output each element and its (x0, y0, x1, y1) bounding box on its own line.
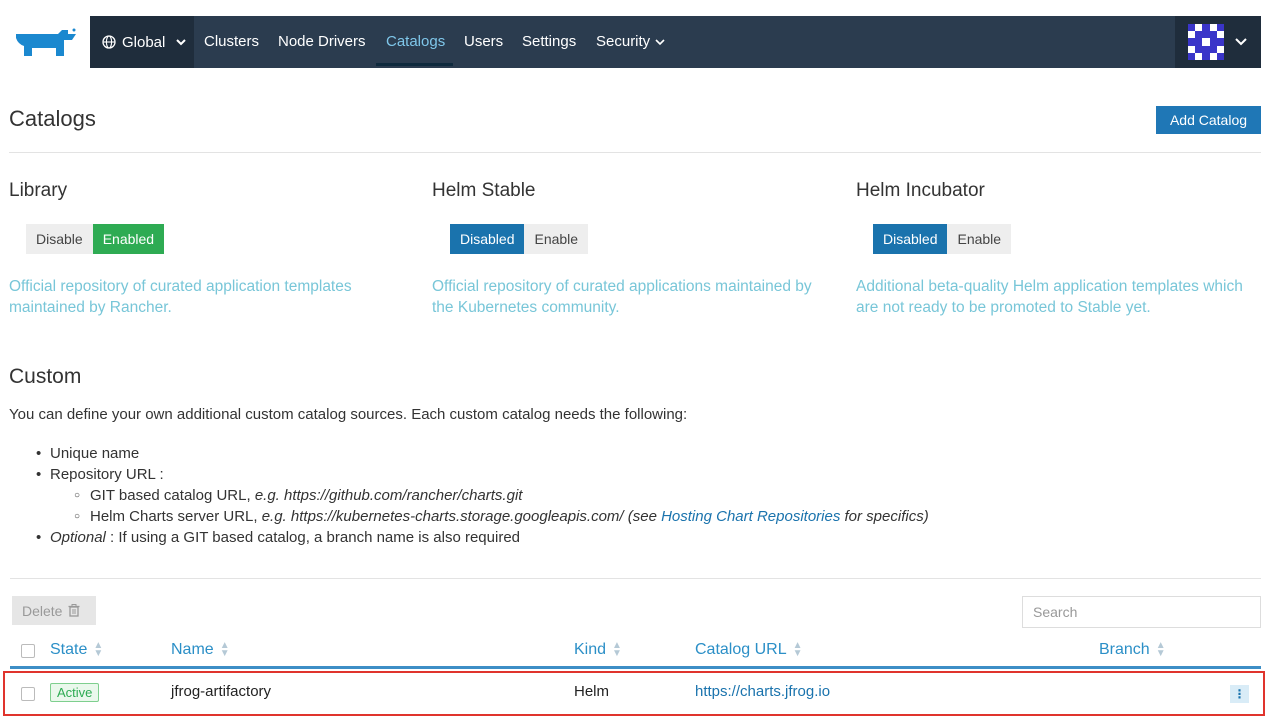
catalog-description: Additional beta-quality Helm application… (856, 278, 1243, 316)
delete-button[interactable]: Delete (12, 596, 96, 625)
column-label: State (50, 641, 88, 658)
nav-node-drivers[interactable]: Node Drivers (278, 16, 366, 68)
custom-requirements-list: Unique name Repository URL : GIT based c… (36, 443, 929, 548)
column-label: Name (171, 641, 214, 658)
sort-icon: ▲ ▼ (93, 640, 104, 659)
catalog-name: Library (9, 180, 68, 201)
helm-incubator-enable-button[interactable]: Enable (947, 224, 1012, 254)
row-actions-kebab-icon[interactable]: ⋮ (1230, 685, 1249, 703)
user-menu[interactable] (1175, 16, 1261, 68)
row-checkbox[interactable] (21, 687, 35, 701)
table-header-divider (10, 666, 1261, 669)
column-header-kind[interactable]: Kind ▲ ▼ (574, 641, 622, 659)
avatar (1188, 24, 1224, 60)
nav-clusters[interactable]: Clusters (204, 16, 259, 68)
chevron-down-icon (1235, 38, 1247, 46)
column-header-name[interactable]: Name ▲ ▼ (171, 641, 230, 659)
list-item: GIT based catalog URL, e.g. https://gith… (50, 485, 929, 506)
nav-security[interactable]: Security (596, 16, 666, 68)
nav-users[interactable]: Users (464, 16, 503, 68)
column-header-state[interactable]: State ▲ ▼ (50, 641, 103, 659)
library-disable-button[interactable]: Disable (26, 224, 93, 254)
catalog-name-cell: jfrog-artifactory (171, 683, 272, 700)
chevron-down-icon (176, 39, 187, 46)
sort-icon: ▲ ▼ (219, 640, 230, 659)
library-toggle: Disable Enabled (26, 224, 165, 254)
helm-stable-enable-button[interactable]: Enable (524, 224, 589, 254)
helm-example: e.g. https://kubernetes-charts.storage.g… (261, 508, 662, 525)
hosting-chart-repositories-link[interactable]: Hosting Chart Repositories (661, 508, 840, 525)
chevron-down-icon (655, 39, 665, 46)
helm-incubator-toggle: Disabled Enable (873, 224, 1012, 254)
nav-active-indicator (376, 63, 453, 66)
catalog-description: Official repository of curated applicati… (432, 278, 812, 316)
nav-catalogs[interactable]: Catalogs (386, 16, 445, 68)
list-item: Helm Charts server URL, e.g. https://kub… (50, 506, 929, 527)
divider (9, 152, 1261, 153)
select-all-checkbox[interactable] (21, 644, 35, 658)
top-nav-bar: Global Clusters Node Drivers Catalogs Us… (90, 16, 1261, 68)
helm-incubator-disabled-button[interactable]: Disabled (873, 224, 948, 254)
nav-settings[interactable]: Settings (522, 16, 576, 68)
sort-icon: ▲ ▼ (1155, 640, 1166, 659)
delete-label: Delete (22, 602, 63, 619)
catalog-helm-stable: Helm Stable Disabled Enable Official rep… (432, 180, 832, 316)
catalog-kind-cell: Helm (574, 683, 610, 700)
nav-security-label: Security (596, 33, 651, 50)
add-catalog-button[interactable]: Add Catalog (1156, 106, 1261, 134)
catalog-name: Helm Incubator (856, 180, 985, 201)
status-badge: Active (50, 683, 100, 702)
helm-stable-disabled-button[interactable]: Disabled (450, 224, 525, 254)
optional-label: Optional (50, 529, 106, 546)
git-prefix: GIT based catalog URL, (90, 487, 255, 504)
rancher-logo-icon[interactable] (10, 26, 78, 58)
column-label: Catalog URL (695, 641, 787, 658)
list-item: Repository URL : (36, 464, 929, 485)
helm-prefix: Helm Charts server URL, (90, 508, 262, 525)
search-input[interactable] (1022, 596, 1261, 628)
global-label: Global (122, 33, 166, 51)
custom-intro: You can define your own additional custo… (9, 406, 688, 423)
catalog-library: Library Disable Enabled Official reposit… (9, 180, 409, 316)
column-label: Branch (1099, 641, 1150, 658)
helm-suffix: for specifics) (840, 508, 929, 525)
optional-text: : If using a GIT based catalog, a branch… (105, 529, 521, 546)
helm-stable-toggle: Disabled Enable (450, 224, 589, 254)
list-item: Optional : If using a GIT based catalog,… (36, 527, 929, 548)
trash-icon (68, 604, 80, 617)
divider (10, 578, 1261, 579)
globe-icon (102, 35, 116, 49)
library-enabled-button[interactable]: Enabled (92, 224, 165, 254)
catalog-description: Official repository of curated applicati… (9, 278, 352, 316)
catalog-name: Helm Stable (432, 180, 536, 201)
sort-icon: ▲ ▼ (612, 640, 622, 659)
catalog-helm-incubator: Helm Incubator Disabled Enable Additiona… (856, 180, 1256, 316)
column-label: Kind (574, 641, 607, 658)
sort-icon: ▲ ▼ (792, 640, 803, 659)
list-item: Unique name (36, 443, 929, 464)
global-scope-menu[interactable]: Global (90, 16, 194, 68)
custom-section-title: Custom (9, 365, 82, 388)
page-title: Catalogs (9, 106, 96, 131)
git-example: e.g. https://github.com/rancher/charts.g… (254, 487, 523, 504)
catalog-url-link[interactable]: https://charts.jfrog.io (695, 683, 830, 700)
column-header-catalog-url[interactable]: Catalog URL ▲ ▼ (695, 641, 803, 659)
column-header-branch[interactable]: Branch ▲ ▼ (1099, 641, 1166, 659)
